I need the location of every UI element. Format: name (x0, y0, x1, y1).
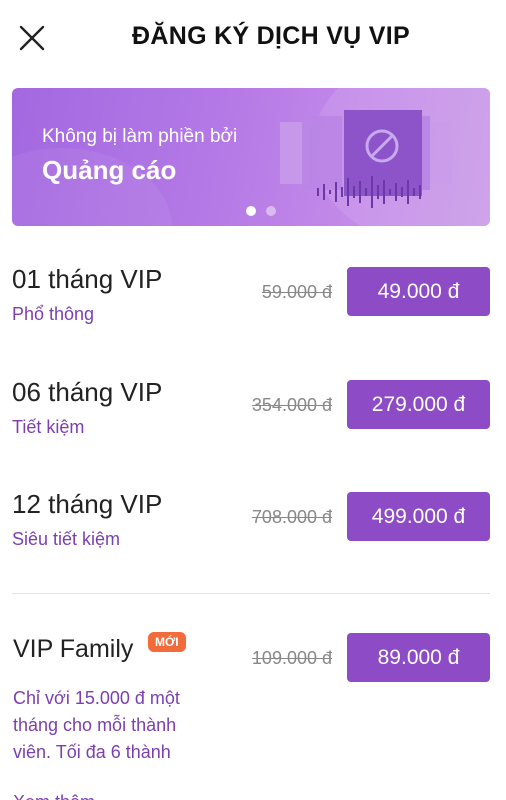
buy-plan-button[interactable]: 279.000 đ (347, 380, 490, 429)
plan-name: 06 tháng VIP (12, 377, 163, 407)
carousel-indicator (12, 206, 490, 216)
plan-name: 01 tháng VIP (12, 264, 163, 294)
buy-plan-button[interactable]: 499.000 đ (347, 492, 490, 541)
banner-subtitle: Không bị làm phiền bởi (42, 126, 238, 147)
buy-family-button[interactable]: 89.000 đ (347, 633, 490, 682)
plan-old-price: 354.000 đ (251, 395, 332, 415)
plan-tier: Tiết kiệm (12, 417, 85, 437)
carousel-dot[interactable] (266, 206, 276, 216)
new-badge: MỚI (148, 632, 186, 652)
carousel-dot-active[interactable] (246, 206, 256, 216)
buy-plan-button[interactable]: 49.000 đ (347, 267, 490, 316)
plan-old-price: 59.000 đ (261, 282, 332, 302)
see-more-link[interactable]: Xem thêm (13, 792, 95, 800)
banner-headline: Quảng cáo (42, 155, 177, 185)
family-plan-name: VIP Family (13, 635, 134, 663)
plan-tier: Siêu tiết kiệm (12, 529, 121, 549)
plan-old-price: 708.000 đ (251, 507, 332, 527)
family-description: Chỉ với 15.000 đ một tháng cho mỗi thành… (13, 688, 180, 762)
promo-banner[interactable]: Không bị làm phiền bởi Quảng cáo (12, 88, 490, 226)
top-bar: ĐĂNG KÝ DỊCH VỤ VIP (0, 0, 506, 78)
page-title: ĐĂNG KÝ DỊCH VỤ VIP (132, 22, 410, 50)
plan-name: 12 tháng VIP (12, 489, 163, 519)
section-divider (12, 593, 490, 594)
no-ads-icon (280, 110, 452, 208)
family-old-price: 109.000 đ (251, 648, 332, 668)
plan-tier: Phổ thông (12, 304, 95, 324)
